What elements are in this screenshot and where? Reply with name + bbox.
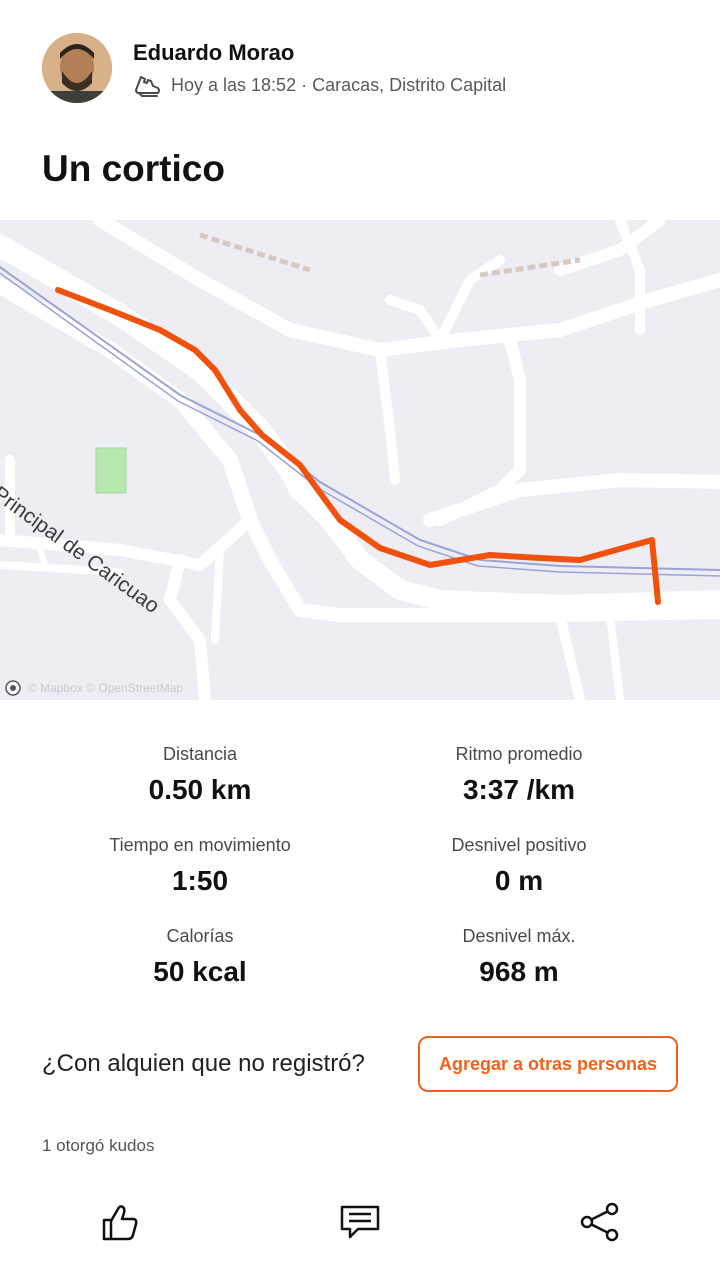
activity-header: Eduardo Morao Hoy a las 18:52 · Caracas,… [0,0,720,130]
like-button[interactable] [96,1198,144,1246]
stat-value: 50 kcal [153,956,247,987]
athlete-avatar[interactable] [42,33,112,103]
stat-elevation-gain: Desnivel positivo 0 m [359,835,679,897]
stat-label: Calorías [166,926,234,946]
avatar-image [42,33,112,103]
stat-label: Tiempo en movimiento [109,835,291,855]
stat-value: 0 m [494,865,544,896]
stat-max-elevation: Desnivel máx. 968 m [359,926,679,988]
activity-meta: Hoy a las 18:52 · Caracas, Distrito Capi… [133,72,506,98]
stat-value: 3:37 /km [462,774,576,805]
tag-others-question: ¿Con alquien que no registró? [42,1050,365,1077]
map-attribution[interactable]: © Mapbox © OpenStreetMap [4,678,183,698]
stat-label: Ritmo promedio [455,744,583,764]
stat-label: Distancia [162,744,238,764]
activity-title: Un cortico [42,148,225,189]
map-canvas [0,220,720,700]
comment-button[interactable] [336,1198,384,1246]
route-map[interactable]: Principal de Caricuao [0,220,720,700]
stat-value: 1:50 [171,865,229,896]
stat-label: Desnivel máx. [462,926,576,946]
share-icon [580,1202,619,1242]
running-shoe-icon [135,76,160,97]
stat-calories: Calorías 50 kcal [40,926,360,988]
comment-icon [340,1205,380,1239]
kudos-count[interactable]: 1 otorgó kudos [42,1136,154,1156]
activity-time-location: Hoy a las 18:52 · Caracas, Distrito Capi… [171,74,507,95]
athlete-name[interactable]: Eduardo Morao [133,40,294,66]
stat-moving-time: Tiempo en movimiento 1:50 [40,835,360,897]
park-area [95,447,127,494]
stat-value: 0.50 km [148,774,252,805]
action-bar [0,1190,720,1250]
attribution-text: © Mapbox © OpenStreetMap [28,681,184,695]
mapbox-logo-icon [5,680,21,696]
share-button[interactable] [576,1198,624,1246]
add-others-button[interactable]: Agregar a otras personas [418,1036,678,1092]
thumbs-up-icon [102,1205,138,1241]
stat-distance: Distancia 0.50 km [40,744,360,806]
stat-avg-pace: Ritmo promedio 3:37 /km [359,744,679,806]
stat-value: 968 m [479,956,559,987]
stat-label: Desnivel positivo [451,835,587,855]
